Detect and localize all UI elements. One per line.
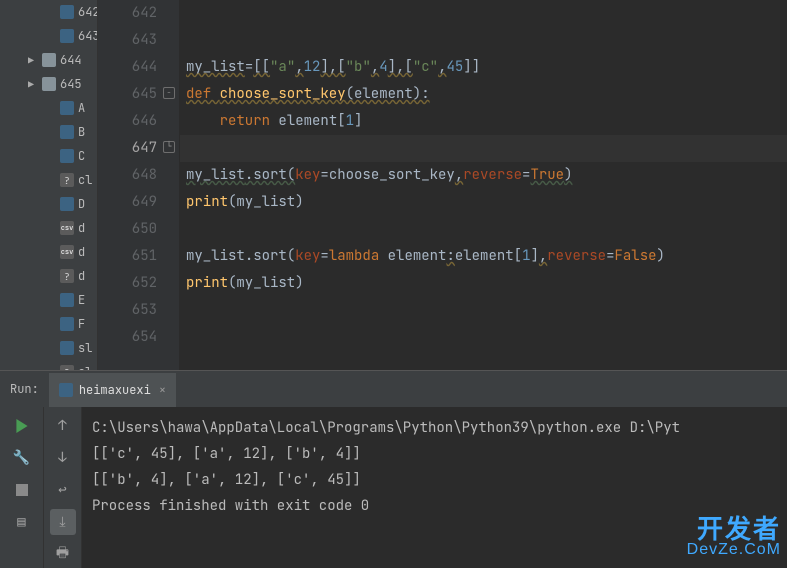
folder-icon (42, 77, 56, 91)
tree-item[interactable]: E (0, 288, 97, 312)
python-file-icon (60, 5, 74, 19)
python-file-icon (60, 341, 74, 355)
code-line: def choose_sort_key(element): (180, 81, 787, 108)
tree-item-folder[interactable]: ▶644 (0, 48, 97, 72)
scroll-to-end-button[interactable]: ⤓ (50, 509, 76, 535)
line-number[interactable]: 651 (98, 243, 179, 270)
code-line: my_list.sort(key=lambda element:element[… (180, 243, 787, 270)
python-file-icon (60, 197, 74, 211)
tree-item[interactable]: 642 (0, 0, 97, 24)
project-tree[interactable]: 642 643 ▶644 ▶645 A B C ?cl D csvd csvd … (0, 0, 98, 370)
folder-icon (42, 53, 56, 67)
fold-minus-icon[interactable]: − (163, 87, 175, 99)
scroll-down-button[interactable]: ↓ (50, 445, 76, 471)
unknown-file-icon: ? (60, 173, 74, 187)
tree-item[interactable]: ?d (0, 264, 97, 288)
tree-item[interactable]: csvd (0, 240, 97, 264)
chevron-right-icon: ▶ (28, 54, 38, 67)
python-file-icon (60, 293, 74, 307)
chevron-right-icon: ▶ (28, 78, 38, 91)
code-line: my_list=[["a",12],["b",4],["c",45]] (180, 54, 787, 81)
code-line: return element[1] (180, 108, 787, 135)
python-file-icon (60, 125, 74, 139)
line-number[interactable]: 648 (98, 162, 179, 189)
print-button[interactable]: 🖶 (50, 541, 76, 567)
code-line-current (180, 135, 787, 162)
close-icon[interactable]: × (159, 382, 166, 398)
console-output[interactable]: C:\Users\hawa\AppData\Local\Programs\Pyt… (82, 407, 787, 568)
code-line (180, 216, 787, 243)
tree-item[interactable]: C (0, 144, 97, 168)
run-toolbar-primary: 🔧 ▤ (0, 407, 44, 568)
tree-item[interactable]: F (0, 312, 97, 336)
line-number[interactable]: 643 (98, 27, 179, 54)
run-panel-label: Run: (0, 381, 49, 397)
line-number[interactable]: 652 (98, 270, 179, 297)
csv-file-icon: csv (60, 221, 74, 235)
soft-wrap-button[interactable]: ↩ (50, 477, 76, 503)
tree-item[interactable]: csvd (0, 216, 97, 240)
settings-button[interactable]: 🔧 (9, 445, 35, 471)
tree-item[interactable]: A (0, 96, 97, 120)
tree-item[interactable]: B (0, 120, 97, 144)
editor-gutter[interactable]: 642 643 644 645− 646 647└ 648 649 650 65… (98, 0, 180, 370)
line-number[interactable]: 642 (98, 0, 179, 27)
run-tab[interactable]: heimaxuexi × (49, 371, 176, 407)
line-number[interactable]: 644 (98, 54, 179, 81)
code-line: print(my_list) (180, 189, 787, 216)
code-line (180, 27, 787, 54)
tree-item[interactable]: D (0, 192, 97, 216)
fold-end-icon[interactable]: └ (163, 141, 175, 153)
code-line (180, 0, 787, 27)
rerun-button[interactable] (9, 413, 35, 439)
python-file-icon (60, 149, 74, 163)
scroll-up-button[interactable]: ↑ (50, 413, 76, 439)
line-number[interactable]: 653 (98, 297, 179, 324)
python-file-icon (60, 317, 74, 331)
tree-item[interactable]: 643 (0, 24, 97, 48)
line-number[interactable]: 650 (98, 216, 179, 243)
csv-file-icon: csv (60, 245, 74, 259)
tree-item-folder[interactable]: ▶645 (0, 72, 97, 96)
code-line (180, 324, 787, 351)
line-number[interactable]: 647└ (98, 135, 179, 162)
layout-button[interactable]: ▤ (9, 509, 35, 535)
unknown-file-icon: ? (60, 269, 74, 283)
line-number[interactable]: 649 (98, 189, 179, 216)
line-number[interactable]: 645− (98, 81, 179, 108)
code-editor[interactable]: my_list=[["a",12],["b",4],["c",45]] def … (180, 0, 787, 370)
code-line: print(my_list) (180, 270, 787, 297)
run-tab-label: heimaxuexi (79, 382, 151, 398)
code-line: my_list.sort(key=choose_sort_key,reverse… (180, 162, 787, 189)
run-panel: Run: heimaxuexi × 🔧 ▤ ↑ ↓ ↩ ⤓ 🖶 C:\Users… (0, 370, 787, 568)
line-number[interactable]: 646 (98, 108, 179, 135)
run-toolbar-secondary: ↑ ↓ ↩ ⤓ 🖶 (44, 407, 82, 568)
stop-button[interactable] (9, 477, 35, 503)
code-line (180, 297, 787, 324)
line-number[interactable]: 654 (98, 324, 179, 351)
python-file-icon (60, 29, 74, 43)
python-file-icon (60, 101, 74, 115)
tree-item[interactable]: ?cl (0, 168, 97, 192)
python-file-icon (59, 383, 73, 397)
tree-item[interactable]: sl (0, 336, 97, 360)
run-panel-header: Run: heimaxuexi × (0, 371, 787, 407)
